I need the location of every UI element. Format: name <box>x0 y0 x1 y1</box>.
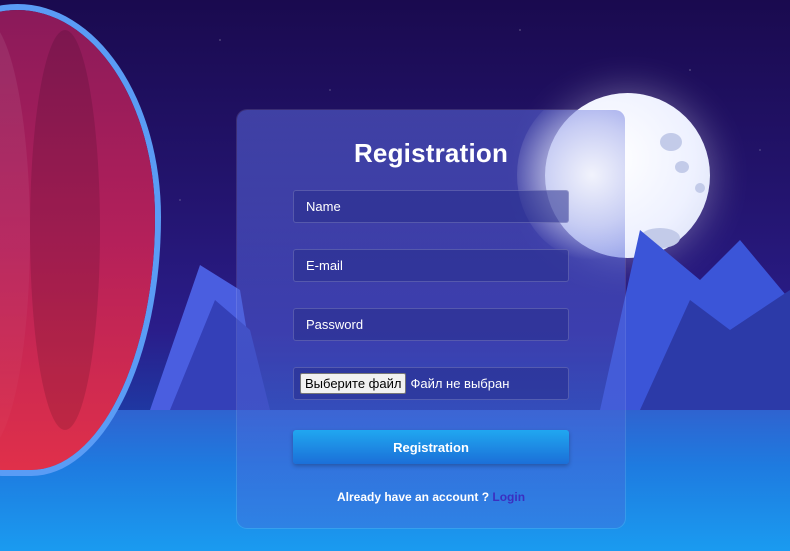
password-input[interactable] <box>293 308 569 341</box>
choose-file-button[interactable]: Выберите файл <box>300 373 407 394</box>
file-status-text: Файл не выбран <box>410 376 510 391</box>
light-glare <box>517 110 625 260</box>
login-link[interactable]: Login <box>492 490 525 504</box>
login-prompt: Already have an account ? Login <box>237 490 625 504</box>
name-input[interactable] <box>293 190 569 223</box>
registration-card: Registration Выберите файл Файл не выбра… <box>237 110 625 528</box>
registration-submit-button[interactable]: Registration <box>293 430 569 464</box>
email-input[interactable] <box>293 249 569 282</box>
login-prompt-text: Already have an account ? <box>336 490 490 504</box>
form-title: Registration <box>353 138 509 168</box>
file-upload-field: Выберите файл Файл не выбран <box>293 367 569 400</box>
